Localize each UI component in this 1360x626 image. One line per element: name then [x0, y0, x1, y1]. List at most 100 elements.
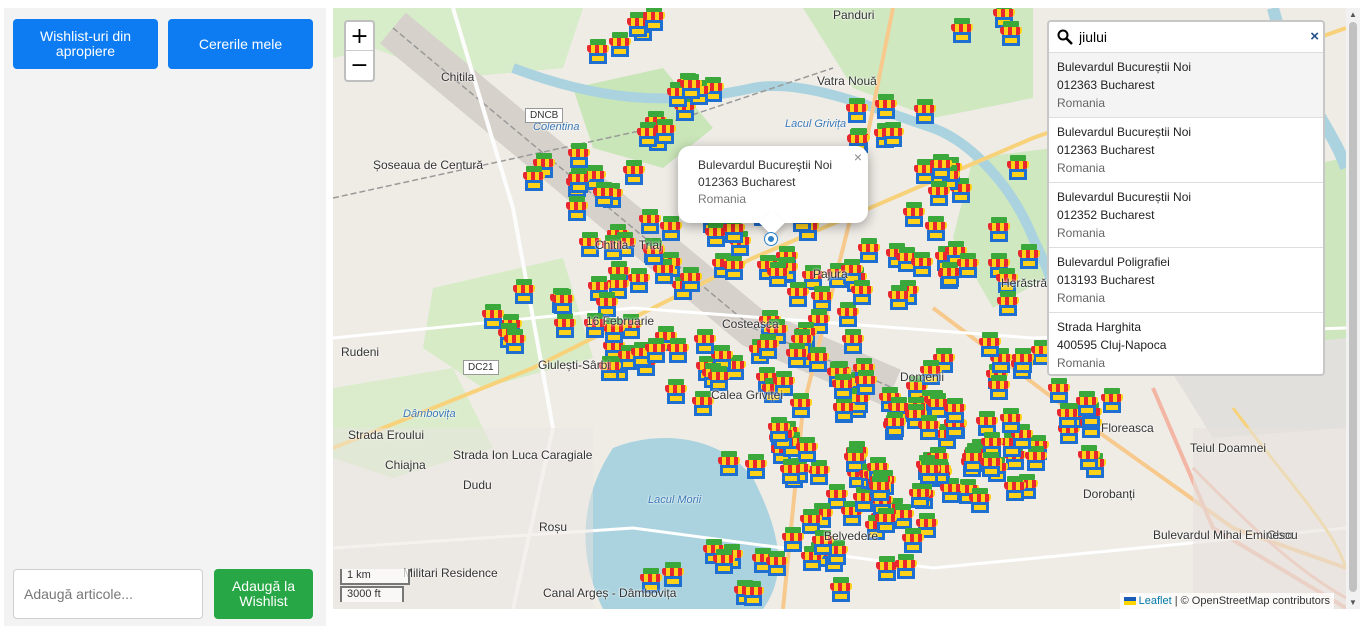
shop-marker-icon[interactable]	[757, 334, 780, 360]
shop-marker-icon[interactable]	[1011, 348, 1034, 374]
map[interactable]: Chitila Vatra Nouă Costeasca Pajura Rudeni Gi…	[333, 8, 1346, 609]
shop-marker-icon[interactable]	[832, 396, 855, 423]
page-scrollbar[interactable]: ▲ ▼	[1346, 8, 1360, 609]
search-result[interactable]: Bulevardul Bucureștii Noi 012363 Buchare…	[1049, 52, 1323, 117]
shop-marker-icon[interactable]	[902, 202, 925, 228]
shop-marker-icon[interactable]	[787, 282, 810, 308]
shop-marker-icon[interactable]	[1018, 244, 1041, 270]
shop-marker-icon[interactable]	[654, 118, 677, 145]
shop-marker-icon[interactable]	[987, 374, 1010, 401]
shop-marker-icon[interactable]	[957, 253, 980, 279]
shop-marker-icon[interactable]	[951, 18, 974, 44]
shop-marker-icon[interactable]	[1000, 407, 1023, 434]
shop-marker-icon[interactable]	[1025, 446, 1048, 472]
shop-marker-icon[interactable]	[642, 8, 665, 32]
shop-marker-icon[interactable]	[910, 251, 933, 278]
shop-marker-icon[interactable]	[661, 561, 684, 588]
shop-marker-icon[interactable]	[831, 374, 854, 400]
shop-marker-icon[interactable]	[653, 258, 676, 285]
shop-marker-icon[interactable]	[1077, 445, 1100, 471]
shop-marker-icon[interactable]	[782, 527, 805, 553]
shop-marker-icon[interactable]	[883, 411, 906, 438]
search-clear-button[interactable]: ×	[1310, 28, 1319, 45]
scroll-up-icon[interactable]: ▲	[1349, 10, 1357, 19]
shop-marker-icon[interactable]	[742, 580, 765, 607]
shop-marker-icon[interactable]	[854, 370, 877, 396]
shop-marker-icon[interactable]	[999, 21, 1022, 47]
shop-marker-icon[interactable]	[944, 397, 967, 424]
shop-marker-icon[interactable]	[940, 477, 963, 504]
shop-marker-icon[interactable]	[918, 415, 941, 441]
shop-marker-icon[interactable]	[679, 73, 702, 100]
shop-marker-icon[interactable]	[869, 475, 892, 502]
shop-marker-icon[interactable]	[638, 208, 661, 235]
add-to-wishlist-button[interactable]: Adaugă la Wishlist	[214, 569, 313, 619]
leaflet-link[interactable]: Leaflet	[1139, 595, 1172, 607]
shop-marker-icon[interactable]	[790, 393, 813, 419]
shop-marker-icon[interactable]	[1101, 388, 1124, 414]
add-items-input[interactable]	[13, 569, 203, 619]
shop-marker-icon[interactable]	[628, 268, 651, 294]
search-result[interactable]: Bulevardul Bucureștii Noi 012352 Buchare…	[1049, 182, 1323, 247]
nearby-wishlists-button[interactable]: Wishlist-uri din apropiere	[13, 19, 158, 69]
shop-marker-icon[interactable]	[908, 483, 931, 509]
shop-marker-icon[interactable]	[512, 278, 535, 305]
zoom-in-button[interactable]: +	[346, 22, 373, 51]
shop-marker-icon[interactable]	[796, 437, 819, 463]
search-result[interactable]: Strada Harghita 400595 Cluj-Napoca Roman…	[1049, 312, 1323, 377]
shop-marker-icon[interactable]	[845, 98, 868, 124]
shop-marker-icon[interactable]	[918, 458, 940, 485]
shop-marker-icon[interactable]	[979, 452, 1002, 478]
shop-marker-icon[interactable]	[645, 337, 668, 364]
shop-marker-icon[interactable]	[1075, 391, 1098, 417]
shop-marker-icon[interactable]	[718, 451, 740, 477]
shop-marker-icon[interactable]	[523, 165, 546, 192]
shop-marker-icon[interactable]	[888, 284, 911, 311]
zoom-out-button[interactable]: −	[346, 51, 373, 80]
shop-marker-icon[interactable]	[968, 487, 991, 514]
shop-marker-icon[interactable]	[925, 215, 948, 242]
shop-marker-icon[interactable]	[566, 195, 589, 222]
search-result[interactable]: Bulevardul Poligrafiei 013193 Bucharest …	[1049, 247, 1323, 312]
shop-marker-icon[interactable]	[987, 217, 1010, 243]
shop-marker-icon[interactable]	[503, 328, 526, 355]
shop-marker-icon[interactable]	[1048, 378, 1071, 404]
shop-marker-icon[interactable]	[667, 338, 690, 364]
shop-marker-icon[interactable]	[712, 549, 735, 575]
shop-marker-icon[interactable]	[552, 288, 575, 315]
shop-marker-icon[interactable]	[723, 217, 746, 244]
my-requests-button[interactable]: Cererile mele	[168, 19, 313, 69]
search-input[interactable]	[1079, 29, 1299, 45]
shop-marker-icon[interactable]	[664, 378, 687, 405]
shop-marker-icon[interactable]	[623, 159, 646, 186]
scroll-down-icon[interactable]: ▼	[1349, 598, 1357, 607]
shop-marker-icon[interactable]	[882, 122, 905, 148]
shop-marker-icon[interactable]	[765, 550, 788, 577]
shop-marker-icon[interactable]	[830, 576, 853, 603]
shop-marker-icon[interactable]	[807, 346, 830, 373]
shop-marker-icon[interactable]	[875, 508, 898, 534]
shop-marker-icon[interactable]	[567, 167, 590, 194]
popup-close-button[interactable]: ×	[854, 149, 862, 166]
shop-marker-icon[interactable]	[592, 182, 615, 208]
scrollbar-thumb[interactable]	[1349, 22, 1357, 592]
shop-marker-icon[interactable]	[851, 279, 874, 306]
shop-marker-icon[interactable]	[586, 38, 609, 65]
shop-marker-icon[interactable]	[659, 216, 682, 242]
search-icon[interactable]	[1057, 29, 1073, 45]
location-pin-icon[interactable]	[765, 233, 777, 245]
shop-marker-icon[interactable]	[902, 528, 925, 554]
shop-marker-icon[interactable]	[780, 458, 803, 485]
shop-marker-icon[interactable]	[723, 255, 746, 281]
shop-marker-icon[interactable]	[694, 328, 717, 355]
shop-marker-icon[interactable]	[858, 238, 881, 264]
shop-marker-icon[interactable]	[928, 181, 951, 207]
shop-marker-icon[interactable]	[913, 99, 936, 125]
shop-marker-icon[interactable]	[768, 417, 791, 443]
shop-marker-icon[interactable]	[553, 312, 576, 339]
shop-marker-icon[interactable]	[895, 553, 918, 580]
shop-marker-icon[interactable]	[807, 459, 830, 486]
shop-marker-icon[interactable]	[609, 31, 632, 58]
shop-marker-icon[interactable]	[767, 261, 790, 288]
shop-marker-icon[interactable]	[875, 94, 898, 120]
